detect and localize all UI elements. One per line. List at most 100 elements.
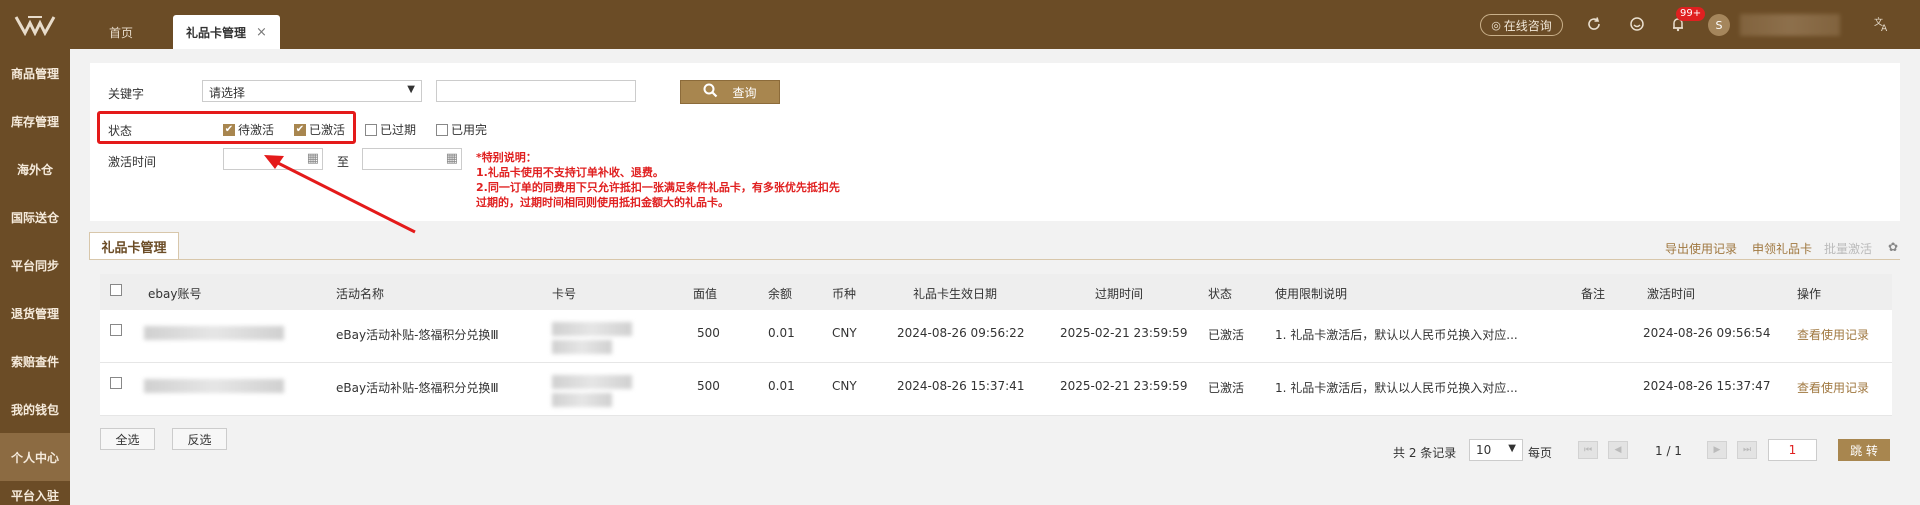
username-redacted — [1740, 14, 1840, 36]
sidebar-item-platform-join[interactable]: 平台入驻 — [0, 481, 70, 505]
row-checkbox[interactable] — [110, 324, 125, 339]
keyword-select[interactable]: 请选择 ▼ — [202, 80, 422, 102]
expire-time: 2025-02-21 23:59:59 — [1060, 326, 1188, 340]
status-checkbox-used-up[interactable]: 已用完 — [436, 121, 487, 138]
claim-gift-card-link[interactable]: 申领礼品卡 — [1752, 240, 1812, 257]
refresh-icon[interactable] — [1582, 12, 1606, 36]
card-no-redacted — [552, 340, 612, 354]
card-no-redacted — [552, 375, 632, 389]
batch-activate-link[interactable]: 批量激活 — [1824, 240, 1872, 257]
checkbox-unchecked-icon — [110, 324, 122, 336]
activate-time-label: 激活时间 — [108, 155, 157, 169]
usage-limit: 1. 礼品卡激活后，默认以人民币兑换入对应... — [1275, 381, 1518, 395]
divider — [89, 259, 1900, 260]
keyword-select-value: 请选择 — [209, 86, 246, 100]
tab-home-label: 首页 — [108, 25, 133, 40]
sidebar-item-overseas-warehouse[interactable]: 海外仓 — [0, 145, 70, 193]
translate-icon[interactable]: 文A — [1870, 12, 1894, 36]
col-operation: 操作 — [1797, 287, 1822, 301]
col-activated-time: 激活时间 — [1647, 287, 1696, 301]
export-usage-link[interactable]: 导出使用记录 — [1665, 240, 1737, 257]
note-title: *特别说明： — [476, 151, 537, 164]
col-card-no: 卡号 — [552, 287, 577, 301]
sidebar-item-claims[interactable]: 索赔查件 — [0, 337, 70, 385]
last-page-icon[interactable]: ⏭ — [1737, 441, 1757, 459]
special-note: *特别说明： 1.礼品卡使用不支持订单补收、退费。 2.同一订单的同费用下只允许… — [476, 150, 896, 210]
balance: 0.01 — [768, 379, 795, 393]
invert-selection-button[interactable]: 反选 — [172, 428, 227, 450]
per-page-label: 每页 — [1528, 446, 1553, 460]
keyword-input[interactable] — [436, 80, 636, 102]
brand-logo-icon[interactable] — [0, 0, 70, 49]
view-usage-link[interactable]: 查看使用记录 — [1797, 379, 1869, 396]
sidebar-item-personal-center[interactable]: 个人中心 — [0, 433, 70, 481]
total-records: 共 2 条记录 — [1393, 446, 1457, 460]
top-bar: 首页 礼品卡管理 × ◎ 在线咨询 99+ S 文A — [0, 0, 1920, 49]
checkbox-unchecked-icon — [365, 123, 377, 136]
currency: CNY — [832, 326, 857, 340]
face-value: 500 — [697, 326, 720, 340]
keyword-label: 关键字 — [108, 87, 145, 101]
sidebar-item-platform-sync[interactable]: 平台同步 — [0, 241, 70, 289]
chevron-down-icon: ▼ — [407, 84, 415, 95]
row-checkbox[interactable] — [110, 377, 125, 392]
prev-page-icon[interactable]: ◀ — [1608, 441, 1628, 459]
table-header: ebay账号 活动名称 卡号 面值 余额 币种 礼品卡生效日期 过期时间 状态 … — [100, 274, 1892, 310]
col-currency: 币种 — [832, 287, 857, 301]
settings-gear-icon[interactable]: ✿ — [1888, 240, 1898, 254]
online-consult-button[interactable]: ◎ 在线咨询 — [1480, 14, 1563, 36]
activity-name: eBay活动补贴-悠福积分兑换Ⅲ — [336, 328, 499, 342]
page-jump-input[interactable]: 1 — [1768, 439, 1817, 461]
sidebar-item-inventory[interactable]: 库存管理 — [0, 97, 70, 145]
sidebar-item-wallet[interactable]: 我的钱包 — [0, 385, 70, 433]
note-line: 过期的，过期时间相同则使用抵扣金额大的礼品卡。 — [476, 196, 729, 209]
activated-time: 2024-08-26 09:56:54 — [1643, 326, 1771, 340]
view-usage-link[interactable]: 查看使用记录 — [1797, 326, 1869, 343]
status: 已激活 — [1208, 381, 1245, 395]
col-usage-limit: 使用限制说明 — [1275, 287, 1348, 301]
chat-icon: ◎ — [1491, 18, 1501, 32]
currency: CNY — [832, 379, 857, 393]
sidebar-item-products[interactable]: 商品管理 — [0, 49, 70, 97]
activated-time: 2024-08-26 15:37:47 — [1643, 379, 1771, 393]
tab-gift-card-management[interactable]: 礼品卡管理 × — [173, 15, 280, 49]
card-no-redacted — [552, 393, 612, 407]
avatar[interactable]: S — [1708, 14, 1730, 36]
status-checkbox-expired[interactable]: 已过期 — [365, 121, 416, 138]
status-expired-label: 已过期 — [380, 123, 417, 137]
sidebar-item-international[interactable]: 国际送仓 — [0, 193, 70, 241]
gift-card-table: ebay账号 活动名称 卡号 面值 余额 币种 礼品卡生效日期 过期时间 状态 … — [100, 274, 1892, 416]
balance: 0.01 — [768, 326, 795, 340]
tab-home[interactable]: 首页 — [86, 15, 156, 49]
select-all-button[interactable]: 全选 — [100, 428, 155, 450]
svg-text:A: A — [1881, 24, 1888, 32]
sidebar-item-returns[interactable]: 退货管理 — [0, 289, 70, 337]
checkbox-unchecked-icon — [110, 377, 122, 389]
smile-icon[interactable] — [1625, 12, 1649, 36]
online-consult-label: 在线咨询 — [1503, 18, 1552, 33]
col-remark: 备注 — [1581, 287, 1606, 301]
usage-limit: 1. 礼品卡激活后，默认以人民币兑换入对应... — [1275, 328, 1518, 342]
close-icon[interactable]: × — [256, 25, 267, 40]
chevron-down-icon: ▼ — [1508, 443, 1516, 454]
query-button[interactable]: 查询 — [680, 80, 780, 104]
card-no-redacted — [552, 322, 632, 336]
status: 已激活 — [1208, 328, 1245, 342]
table-row: eBay活动补贴-悠福积分兑换Ⅲ 500 0.01 CNY 2024-08-26… — [100, 363, 1892, 416]
select-all-checkbox[interactable] — [110, 284, 125, 299]
activity-name: eBay活动补贴-悠福积分兑换Ⅲ — [336, 381, 499, 395]
table-row: eBay活动补贴-悠福积分兑换Ⅲ 500 0.01 CNY 2024-08-26… — [100, 310, 1892, 363]
jump-button[interactable]: 跳 转 — [1838, 439, 1890, 461]
ebay-account-redacted — [144, 379, 284, 393]
panel-title-tab[interactable]: 礼品卡管理 — [89, 232, 179, 260]
next-page-icon[interactable]: ▶ — [1707, 441, 1727, 459]
notification-badge: 99+ — [1676, 7, 1706, 21]
page-size-select[interactable]: 10 ▼ — [1469, 439, 1523, 461]
first-page-icon[interactable]: ⏮ — [1578, 441, 1598, 459]
highlight-box — [97, 111, 356, 144]
effective-date: 2024-08-26 15:37:41 — [897, 379, 1025, 393]
search-icon — [703, 83, 718, 102]
note-line: 2.同一订单的同费用下只允许抵扣一张满足条件礼品卡，有多张优先抵扣先 — [476, 181, 840, 194]
face-value: 500 — [697, 379, 720, 393]
calendar-icon[interactable]: ▦ — [446, 151, 458, 166]
